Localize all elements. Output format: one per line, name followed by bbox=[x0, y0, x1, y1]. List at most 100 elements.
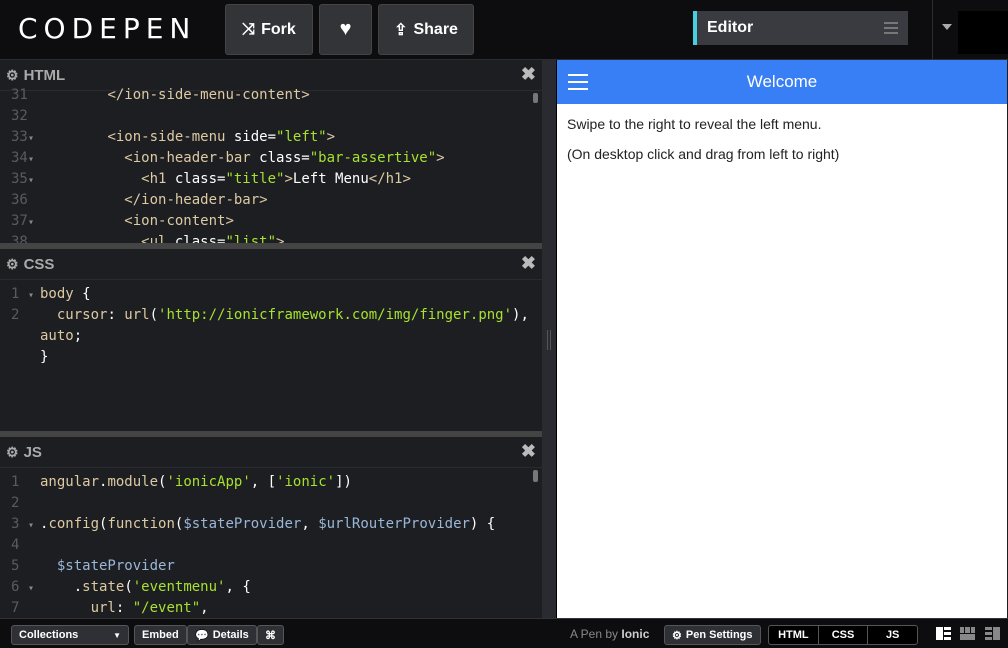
line-number: 36 bbox=[11, 192, 28, 208]
details-label: Details bbox=[212, 629, 249, 641]
toggle-css-view[interactable]: CSS bbox=[819, 626, 869, 644]
code-line[interactable]: 2 cursor: url('http://ionicframework.com… bbox=[0, 305, 542, 326]
js-code-area[interactable]: 1 angular.module('ionicApp', ['ionic']) 2… bbox=[0, 472, 542, 618]
hamburger-icon[interactable] bbox=[568, 74, 588, 95]
code-line[interactable]: 38 <ul class="list"> bbox=[0, 232, 542, 243]
code-line[interactable]: 33▾ <ion-side-menu side="left"> bbox=[0, 127, 542, 148]
code-line[interactable]: 37▾ <ion-content> bbox=[0, 211, 542, 232]
pen-author-link[interactable]: Ionic bbox=[621, 627, 649, 641]
fold-arrow-icon[interactable]: ▾ bbox=[28, 285, 40, 306]
code-token: ( bbox=[149, 307, 159, 323]
html-code-area[interactable]: 31 </ion-side-menu-content> 32 33▾ <ion-s… bbox=[0, 85, 542, 243]
js-editor-pane: ⚙ JS ✖ 1 angular.module('ionicApp', ['io… bbox=[0, 437, 542, 618]
gear-icon[interactable]: ⚙ bbox=[6, 256, 19, 273]
fold-arrow-icon[interactable]: ▾ bbox=[28, 515, 40, 536]
fold-gutter bbox=[28, 233, 40, 243]
layout-right-icon[interactable] bbox=[985, 627, 1000, 640]
code-token: ]) bbox=[335, 474, 352, 490]
toggle-js-view[interactable]: JS bbox=[868, 626, 917, 644]
fold-arrow-icon[interactable]: ▾ bbox=[28, 578, 40, 599]
gear-icon[interactable]: ⚙ bbox=[6, 67, 19, 84]
code-token: > bbox=[326, 129, 336, 145]
css-code-area[interactable]: 1 ▾ body {2 cursor: url('http://ionicframe… bbox=[0, 284, 542, 368]
embed-button[interactable]: Embed bbox=[134, 625, 187, 645]
bottom-bar: Collections ▼ Embed 💬 Details ⌘ A Pen by… bbox=[0, 618, 1008, 648]
avatar[interactable] bbox=[958, 11, 1008, 54]
code-line[interactable]: 4 bbox=[0, 535, 542, 556]
code-token: <ion-header-bar bbox=[124, 150, 260, 166]
chevron-down-icon[interactable] bbox=[942, 24, 952, 30]
scrollbar[interactable] bbox=[533, 470, 538, 482]
fold-arrow-icon[interactable]: ▾ bbox=[28, 149, 40, 170]
close-icon[interactable]: ✖ bbox=[521, 253, 536, 274]
code-line[interactable]: 32 bbox=[0, 106, 542, 127]
code-line[interactable]: 2 bbox=[0, 493, 542, 514]
preview-paragraph: (On desktop click and drag from left to … bbox=[567, 146, 840, 162]
code-line[interactable]: 1 ▾ body { bbox=[0, 284, 542, 305]
js-pane-header[interactable]: ⚙ JS ✖ bbox=[0, 437, 542, 468]
code-line[interactable]: auto; bbox=[0, 326, 542, 347]
gear-icon[interactable]: ⚙ bbox=[6, 444, 19, 461]
css-pane-header[interactable]: ⚙ CSS ✖ bbox=[0, 249, 542, 280]
code-line[interactable]: 6 ▾ .state('eventmenu', { bbox=[0, 577, 542, 598]
collections-label: Collections bbox=[19, 629, 79, 641]
collections-dropdown[interactable]: Collections ▼ bbox=[11, 625, 129, 645]
code-line[interactable]: 35▾ <h1 class="title">Left Menu</h1> bbox=[0, 169, 542, 190]
heart-button[interactable]: ♥ bbox=[319, 4, 372, 55]
heart-icon: ♥ bbox=[339, 18, 352, 40]
code-line[interactable]: 34▾ <ion-header-bar class="bar-assertive… bbox=[0, 148, 542, 169]
details-button[interactable]: 💬 Details bbox=[187, 625, 257, 645]
code-token: . bbox=[40, 579, 83, 595]
toggle-html-view[interactable]: HTML bbox=[769, 626, 819, 644]
pen-settings-button[interactable]: ⚙ Pen Settings bbox=[664, 625, 761, 645]
fold-arrow-icon[interactable]: ▾ bbox=[28, 128, 40, 149]
code-token: , bbox=[200, 600, 209, 616]
fold-gutter bbox=[28, 348, 40, 369]
code-line[interactable]: 36 </ion-header-bar> bbox=[0, 190, 542, 211]
code-line[interactable]: 3 ▾ .config(function($stateProvider, $urlR… bbox=[0, 514, 542, 535]
fold-arrow-icon[interactable]: ▾ bbox=[28, 170, 40, 191]
vertical-resize-handle[interactable] bbox=[542, 60, 556, 618]
line-number: 34 bbox=[11, 150, 28, 166]
fork-button[interactable]: ⤨ Fork bbox=[225, 4, 313, 55]
code-line[interactable]: 7 url: "/event", bbox=[0, 598, 542, 618]
close-icon[interactable]: ✖ bbox=[521, 441, 536, 462]
share-button[interactable]: ⇪ Share bbox=[378, 4, 474, 55]
code-token: 'ionicApp' bbox=[166, 474, 251, 490]
code-token: : bbox=[107, 307, 125, 323]
speech-bubble-icon: 💬 bbox=[195, 629, 209, 642]
line-number: 38 bbox=[11, 234, 28, 243]
code-token: ( bbox=[124, 579, 133, 595]
layout-left-icon[interactable] bbox=[936, 627, 951, 640]
code-token: , { bbox=[225, 579, 251, 595]
code-token: $stateProvider bbox=[183, 516, 302, 532]
code-token: "list" bbox=[225, 234, 277, 243]
top-bar: CODEPEN ⤨ Fork ♥ ⇪ Share Editor bbox=[0, 0, 1008, 60]
layout-top-icon[interactable] bbox=[960, 627, 975, 640]
close-icon[interactable]: ✖ bbox=[521, 64, 536, 85]
codepen-logo[interactable]: CODEPEN bbox=[18, 8, 196, 48]
keyboard-shortcuts-button[interactable]: ⌘ bbox=[257, 625, 284, 645]
code-line[interactable]: 5 $stateProvider bbox=[0, 556, 542, 577]
code-token: auto bbox=[40, 328, 74, 344]
code-token: <ion-content> bbox=[124, 213, 234, 229]
editor-view-select[interactable]: Editor bbox=[693, 11, 908, 45]
gear-icon: ⚙ bbox=[672, 629, 682, 642]
code-line[interactable]: 31 </ion-side-menu-content> bbox=[0, 85, 542, 106]
scrollbar[interactable] bbox=[533, 93, 538, 103]
code-token: <h1 bbox=[141, 171, 175, 187]
line-number: 31 bbox=[11, 87, 28, 103]
code-token: } bbox=[40, 349, 49, 365]
fold-arrow-icon[interactable]: ▾ bbox=[28, 212, 40, 233]
code-token: { bbox=[73, 286, 91, 302]
line-number: 2 bbox=[11, 307, 20, 323]
code-line[interactable]: 1 angular.module('ionicApp', ['ionic']) bbox=[0, 472, 542, 493]
fold-gutter bbox=[28, 599, 40, 618]
code-token: Left Menu bbox=[292, 171, 369, 187]
header-separator bbox=[932, 0, 933, 60]
preview-pane[interactable]: Welcome Swipe to the right to reveal the… bbox=[556, 60, 1007, 618]
code-line[interactable]: } bbox=[0, 347, 542, 368]
